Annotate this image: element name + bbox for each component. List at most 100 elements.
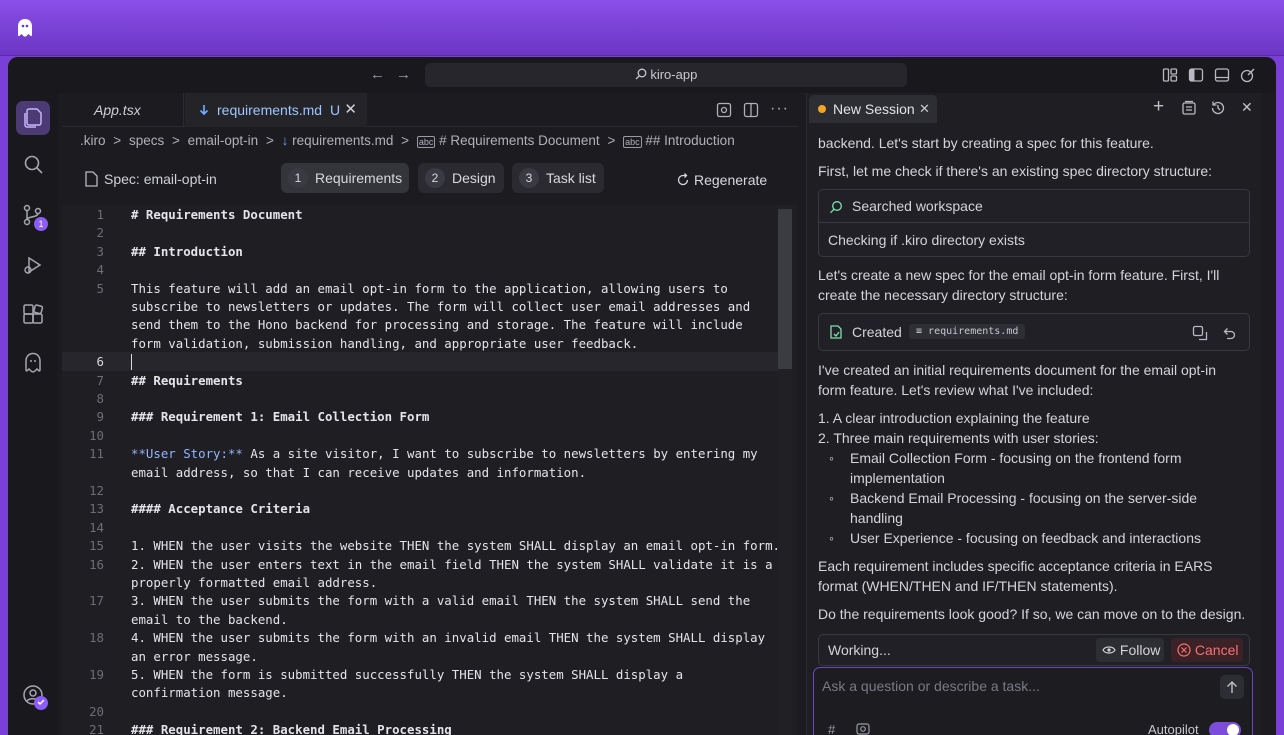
autopilot-toggle[interactable] [1209, 722, 1241, 735]
search-icon[interactable] [21, 153, 45, 177]
tab-new-session[interactable]: New Session ✕ [809, 95, 937, 123]
back-arrow-icon[interactable]: ← [370, 66, 385, 83]
send-button[interactable] [1220, 675, 1244, 699]
line-number: 4 [96, 262, 104, 278]
breadcrumb-item[interactable]: ## Introduction [645, 133, 734, 148]
chat-message-text: Do the requirements look good? If so, we… [818, 606, 1246, 622]
line-number: 2 [96, 225, 104, 241]
text-caret [131, 354, 132, 370]
created-file-card: Created ≡ requirements.md [818, 313, 1250, 351]
explorer-button[interactable] [16, 101, 50, 135]
title-bar: ← → kiro-app [8, 57, 1276, 93]
tab-requirements-md[interactable]: requirements.md U ✕ [185, 93, 367, 127]
chat-message-text: Let's create a new spec for the email op… [818, 267, 1220, 283]
follow-button[interactable]: Follow [1096, 638, 1164, 662]
line-number: 5 [96, 280, 104, 296]
close-panel-icon[interactable]: ✕ [1241, 99, 1253, 116]
list-item: 1. A clear introduction explaining the f… [818, 410, 1090, 426]
working-status-bar: Working... Follow Cancel [818, 634, 1250, 666]
ghost-logo-icon [18, 19, 32, 37]
list-item: handling [850, 510, 903, 526]
extensions-icon[interactable] [21, 303, 45, 327]
line-number: 11 [89, 446, 104, 462]
code-line: 1. WHEN the user visits the website THEN… [131, 538, 781, 554]
regenerate-button[interactable]: Regenerate [676, 172, 767, 188]
chat-message-text: backend. Let's start by creating a spec … [818, 135, 1154, 151]
open-diff-icon[interactable] [1192, 325, 1208, 341]
line-number: 7 [96, 372, 104, 388]
breadcrumb-item[interactable]: email-opt-in [188, 133, 259, 148]
code-line: 3. WHEN the user submits the form with a… [131, 593, 751, 609]
more-actions-icon[interactable]: ··· [770, 100, 789, 118]
chat-input-placeholder[interactable]: Ask a question or describe a task... [822, 678, 1040, 694]
session-list-icon[interactable] [1181, 100, 1197, 116]
line-number: 12 [89, 483, 104, 498]
arrow-up-icon [1226, 680, 1238, 693]
breadcrumb-item[interactable]: specs [129, 133, 164, 148]
breadcrumb-item[interactable]: requirements.md [292, 133, 393, 148]
code-line: form validation, submission handling, an… [131, 335, 639, 351]
new-session-plus-icon[interactable]: + [1153, 96, 1164, 118]
sidebar-toggle-icon[interactable] [1188, 67, 1204, 83]
editor-tabs: App.tsx requirements.md U ✕ ··· [62, 93, 798, 127]
spec-step-requirements[interactable]: 1 Requirements [281, 163, 409, 193]
line-number: 1 [96, 207, 104, 222]
breadcrumb-item[interactable]: # Requirements Document [439, 133, 600, 148]
close-tab-icon[interactable]: ✕ [344, 93, 357, 127]
line-number: 8 [96, 391, 104, 406]
revert-icon[interactable] [1222, 326, 1236, 340]
cancel-button[interactable]: Cancel [1171, 638, 1243, 662]
code-line: 4. WHEN the user submits the form with a… [131, 630, 766, 646]
spec-step-task-list[interactable]: 3 Task list [512, 163, 604, 193]
spec-step-design[interactable]: 2 Design [418, 163, 504, 193]
symbol-icon: abc [623, 136, 642, 148]
current-line-highlight [62, 352, 778, 371]
command-search-bar[interactable]: kiro-app [425, 63, 907, 87]
window-title: kiro-app [650, 67, 698, 82]
close-session-icon[interactable]: ✕ [919, 95, 930, 123]
desktop-top-bar [0, 0, 1284, 56]
chat-input-box[interactable]: Ask a question or describe a task... # A… [813, 667, 1253, 735]
split-editor-icon[interactable] [743, 102, 759, 118]
editor-scroll-thumb[interactable] [778, 209, 792, 369]
list-item: 2. Three main requirements with user sto… [818, 430, 1099, 446]
tab-app-tsx[interactable]: App.tsx [62, 93, 184, 127]
ide-window: ← → kiro-app 1 App.tsx requirements.md U… [8, 57, 1276, 735]
code-editor[interactable]: 1 # Requirements Document 2 3 ## Introductio… [62, 205, 798, 735]
code-line: #### Acceptance Criteria [131, 501, 311, 517]
cancel-circle-icon [1177, 643, 1191, 657]
line-number: 13 [89, 501, 104, 517]
code-line: # Requirements Document [131, 207, 303, 222]
chat-panel: New Session ✕ + ✕ backend. Let's start b… [806, 93, 1262, 735]
working-label: Working... [828, 642, 891, 658]
eye-icon [1102, 646, 1116, 654]
run-debug-icon[interactable] [21, 253, 45, 277]
searched-workspace-header[interactable]: Searched workspace [819, 190, 1249, 223]
code-line: ## Requirements [131, 372, 243, 388]
code-line: an error message. [131, 648, 258, 664]
hash-context-icon[interactable]: # [828, 722, 835, 735]
image-attach-icon[interactable] [856, 723, 870, 735]
history-icon[interactable] [1210, 100, 1226, 116]
search-detail: Checking if .kiro directory exists [828, 232, 1025, 248]
forward-arrow-icon[interactable]: → [396, 66, 411, 83]
list-item: Email Collection Form - focusing on the … [850, 450, 1182, 466]
panel-toggle-icon[interactable] [1214, 67, 1230, 83]
kiro-ghost-icon[interactable] [21, 351, 45, 375]
breadcrumb-item[interactable]: .kiro [80, 133, 106, 148]
line-number: 18 [89, 630, 104, 646]
chat-message-text: First, let me check if there's an existi… [818, 163, 1213, 179]
preview-icon[interactable] [716, 102, 732, 118]
chat-edit-icon[interactable] [1240, 67, 1256, 83]
code-line: **User Story:** As a site visitor, I wan… [131, 446, 758, 462]
chat-message-text: Each requirement includes specific accep… [818, 558, 1213, 574]
code-line: 5. WHEN the form is submitted successful… [131, 667, 684, 682]
code-line: ### Requirement 2: Backend Email Process… [131, 722, 452, 735]
layout-grid-icon[interactable] [1162, 67, 1178, 83]
line-number: 6 [96, 354, 104, 370]
created-file-chip[interactable]: ≡ requirements.md [909, 324, 1026, 339]
check-icon [37, 699, 45, 706]
list-bullet: ◦ [829, 490, 834, 506]
code-line: ### Requirement 1: Email Collection Form [131, 409, 430, 425]
line-number: 9 [96, 409, 104, 425]
